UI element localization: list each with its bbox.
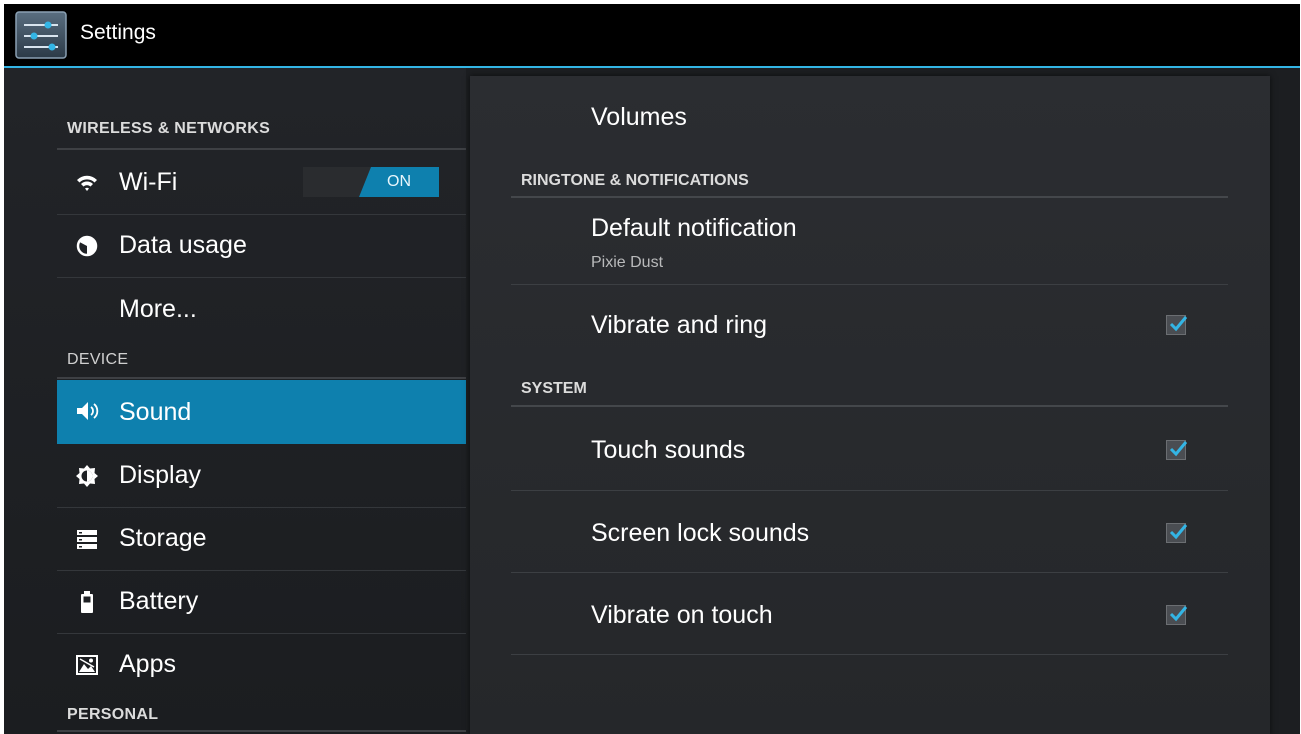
sidebar-item-label: Data usage	[119, 231, 247, 259]
section-header-personal: PERSONAL	[67, 706, 159, 723]
section-divider	[511, 405, 1228, 407]
settings-sidebar: WIRELESS & NETWORKS Wi-Fi ON Data usage …	[4, 68, 466, 734]
section-divider	[57, 377, 466, 379]
speaker-icon	[75, 399, 99, 423]
action-bar: Settings	[4, 4, 1300, 68]
sidebar-item-label: Storage	[119, 524, 207, 552]
section-divider	[57, 730, 466, 732]
touch-sounds-checkbox[interactable]	[1166, 440, 1188, 460]
data-usage-icon	[75, 234, 99, 258]
brightness-icon	[75, 464, 99, 488]
sidebar-item-apps[interactable]: Apps	[57, 634, 466, 688]
section-header-device: DEVICE	[67, 351, 129, 368]
vibrate-on-touch-checkbox[interactable]	[1166, 605, 1188, 625]
vibrate-and-ring-title[interactable]: Vibrate and ring	[591, 311, 767, 340]
storage-icon	[75, 527, 99, 551]
sidebar-item-battery[interactable]: Battery	[57, 571, 466, 634]
sidebar-item-display[interactable]: Display	[57, 445, 466, 508]
apps-icon	[75, 653, 99, 677]
vibrate-and-ring-checkbox[interactable]	[1166, 315, 1188, 335]
item-divider	[511, 284, 1228, 285]
screen-lock-sounds-checkbox[interactable]	[1166, 523, 1188, 543]
item-divider	[511, 572, 1228, 573]
system-section-header: SYSTEM	[521, 380, 587, 397]
sidebar-item-more[interactable]: More...	[57, 278, 466, 328]
item-divider	[511, 490, 1228, 491]
sidebar-item-label: Sound	[119, 398, 192, 426]
section-divider	[57, 148, 466, 150]
touch-sounds-title[interactable]: Touch sounds	[591, 436, 745, 465]
wifi-toggle[interactable]: ON	[303, 167, 439, 197]
app-title: Settings	[80, 21, 156, 44]
sidebar-item-label: Battery	[119, 587, 199, 615]
settings-screen: Settings WIRELESS & NETWORKS Wi-Fi ON Da…	[4, 4, 1300, 734]
screen-lock-sounds-title[interactable]: Screen lock sounds	[591, 519, 809, 548]
sound-settings-panel: Volumes RINGTONE & NOTIFICATIONS Default…	[470, 76, 1270, 734]
sidebar-item-wifi[interactable]: Wi-Fi ON	[57, 152, 466, 215]
vibrate-on-touch-title[interactable]: Vibrate on touch	[591, 601, 773, 630]
sidebar-item-sound[interactable]: Sound	[57, 380, 466, 444]
default-notification-summary: Pixie Dust	[591, 254, 664, 271]
section-header-wireless: WIRELESS & NETWORKS	[67, 120, 271, 137]
sidebar-item-label: Apps	[119, 650, 176, 678]
wifi-icon	[75, 171, 99, 195]
sidebar-item-label: Wi-Fi	[119, 168, 178, 196]
battery-icon	[75, 590, 99, 614]
settings-sliders-icon[interactable]	[14, 10, 68, 60]
item-divider	[511, 654, 1228, 655]
default-notification-title: Default notification	[591, 214, 797, 242]
sidebar-item-storage[interactable]: Storage	[57, 508, 466, 571]
sidebar-item-data-usage[interactable]: Data usage	[57, 215, 466, 278]
sidebar-item-label: Display	[119, 461, 201, 489]
toggle-on-label: ON	[359, 167, 439, 197]
ringtone-section-header: RINGTONE & NOTIFICATIONS	[521, 172, 749, 189]
volumes-item[interactable]: Volumes	[591, 103, 687, 132]
section-divider	[511, 196, 1228, 198]
sidebar-item-label: More...	[119, 295, 197, 323]
